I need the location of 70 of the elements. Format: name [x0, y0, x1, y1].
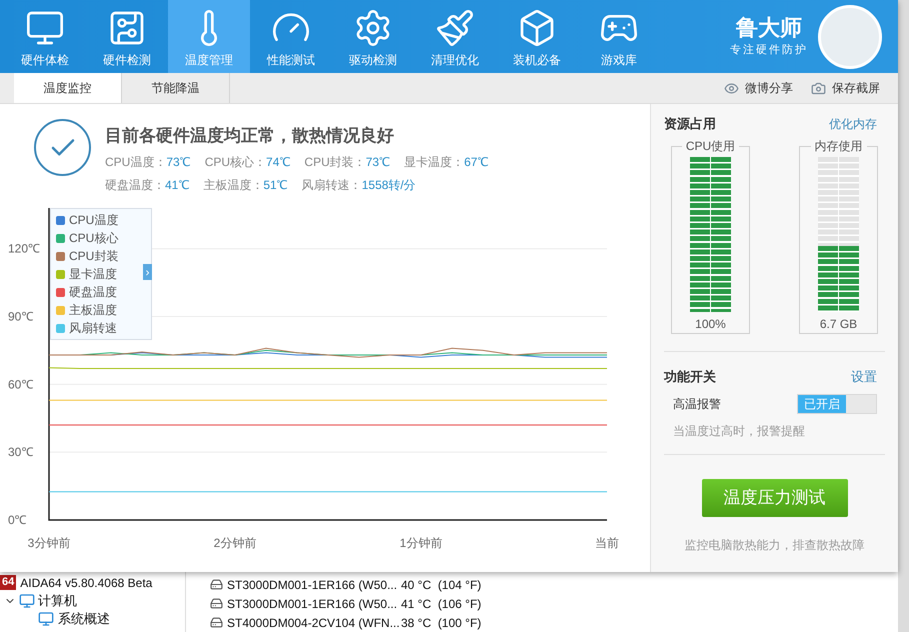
temperature-reading: 风扇转速：1558转/分 [302, 177, 416, 194]
nav-tab[interactable]: 装机必备 [496, 0, 578, 73]
drive-name: ST4000DM004-2CV104 (WFN... [227, 614, 397, 632]
settings-link[interactable]: 设置 [851, 366, 877, 386]
legend-label: CPU封装 [69, 248, 118, 265]
section-title: 资源占用 [664, 115, 716, 133]
x-axis-label: 3分钟前 [28, 536, 70, 550]
optimize-memory-link[interactable]: 优化内存 [829, 114, 877, 133]
nav-tab[interactable]: 清理优化 [414, 0, 496, 73]
temperature-reading: CPU温度：73℃ [105, 154, 191, 171]
temperature-reading: CPU封装：73℃ [304, 154, 390, 171]
meter-reading: 6.7 GB [820, 316, 858, 332]
nav-tab[interactable]: 性能测试 [250, 0, 332, 73]
temperature-reading: CPU核心：74℃ [204, 154, 290, 171]
subtab[interactable]: 节能降温 [122, 73, 230, 103]
y-axis-label: 60℃ [8, 377, 34, 392]
drive-icon [210, 578, 223, 591]
nav-tab[interactable]: 驱动检测 [332, 0, 414, 73]
temperature-reading: 主板温度：51℃ [203, 177, 288, 194]
brush-icon [435, 8, 475, 48]
camera-icon [811, 80, 826, 96]
legend-label: CPU温度 [69, 212, 118, 229]
x-axis-label: 2分钟前 [214, 536, 256, 550]
drive-name: ST3000DM001-1ER166 (W50... [227, 596, 397, 612]
section-title: 功能开关 [664, 368, 716, 386]
switch-hint: 当温度过高时，报警提醒 [672, 423, 806, 440]
drive-temperature: 38 °C (100 °F) [401, 614, 482, 632]
legend-label: CPU核心 [69, 230, 118, 247]
tree-item[interactable]: 系统概述 [58, 609, 110, 629]
tree-item[interactable]: 计算机 [38, 590, 77, 610]
monitor-icon [19, 592, 35, 608]
nav-tab[interactable]: 温度管理 [168, 0, 250, 73]
brand-slogan: 专注硬件防护 [730, 42, 808, 58]
legend-label: 风扇转速 [69, 320, 117, 337]
eye-icon [724, 80, 739, 96]
drive-icon [210, 616, 223, 629]
subtab[interactable]: 温度监控 [14, 73, 122, 103]
nav-tab[interactable]: 硬件体检 [4, 0, 86, 73]
app-logo: 64 [0, 575, 16, 590]
legend-label: 硬盘温度 [69, 284, 117, 301]
drive-temperature: 41 °C (106 °F) [401, 596, 482, 612]
share-action-button[interactable]: 保存截屏 [811, 73, 880, 103]
switch-label: 高温报警 [673, 396, 721, 413]
x-axis-label: 1分钟前 [400, 536, 442, 550]
meter-title: 内存使用 [810, 138, 866, 154]
share-action-button[interactable]: 微博分享 [724, 73, 793, 103]
brand-name: 鲁大师 [736, 14, 802, 42]
y-axis-label: 30℃ [8, 445, 34, 460]
stress-caption: 监控电脑散热能力，排查散热故障 [684, 537, 864, 554]
y-axis-label: 0℃ [8, 513, 27, 527]
y-axis-label: 90℃ [8, 310, 34, 324]
temperature-reading: 硬盘温度：41℃ [105, 177, 190, 194]
drive-temperature: 40 °C (104 °F) [401, 576, 482, 594]
legend-toggle-button[interactable]: › [143, 264, 152, 280]
drive-icon [210, 597, 223, 610]
nav-tab[interactable]: 硬件检测 [86, 0, 168, 73]
legend-label: 显卡温度 [69, 266, 117, 283]
monitor-icon [38, 611, 54, 627]
alarm-toggle[interactable]: 已开启 [797, 394, 877, 414]
meter-title: CPU使用 [682, 138, 740, 154]
meter-reading: 100% [695, 316, 726, 332]
x-axis-label: 当前 [595, 536, 619, 550]
y-axis-label: 120℃ [8, 242, 40, 256]
nav-tab[interactable]: 游戏库 [578, 0, 660, 73]
temperature-reading: 显卡温度：67℃ [404, 154, 488, 171]
legend-label: 主板温度 [69, 302, 117, 319]
app-title: AIDA64 v5.80.4068 Beta [20, 574, 152, 592]
stress-test-button[interactable]: 温度压力测试 [702, 479, 848, 517]
status-title: 目前各硬件温度均正常，散热情况良好 [105, 125, 395, 147]
drive-name: ST3000DM001-1ER166 (W50... [227, 576, 397, 594]
